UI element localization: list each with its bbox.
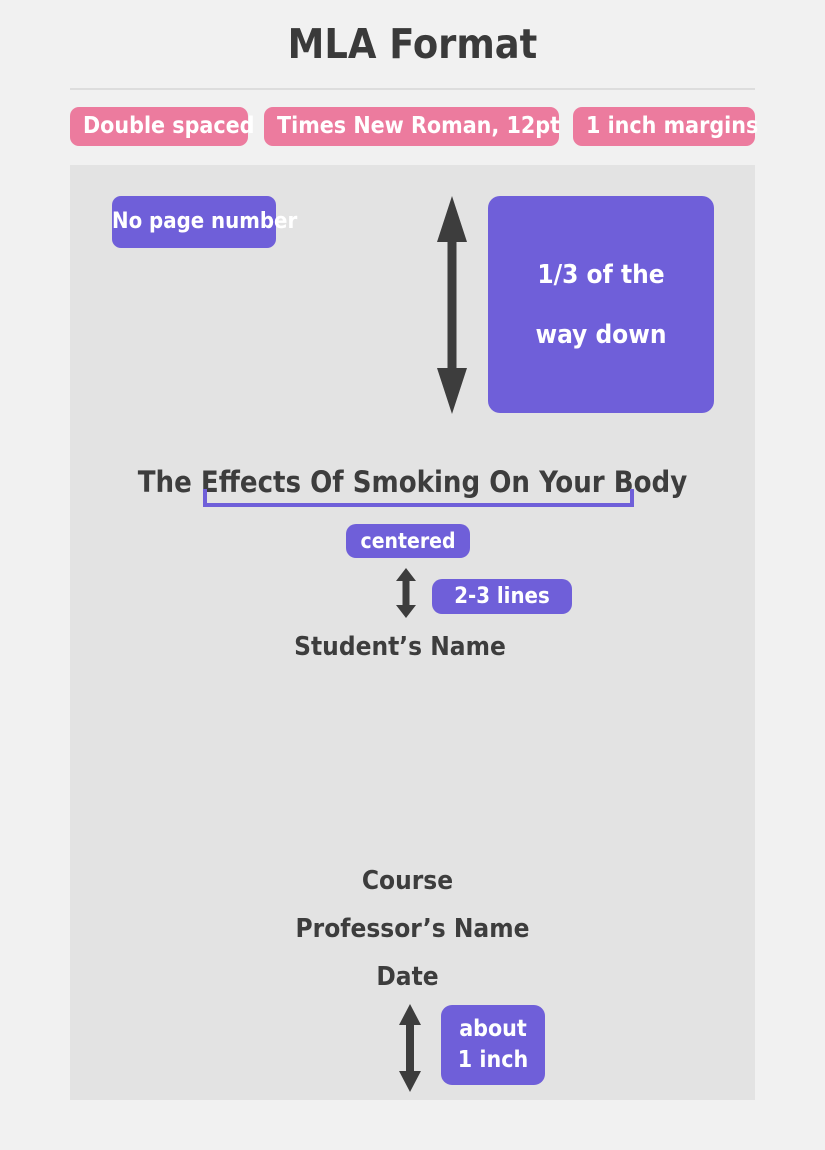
annotation-about-one-inch: about 1 inch: [441, 1005, 545, 1085]
requirement-badge-font: Times New Roman, 12pt: [264, 107, 560, 146]
annotation-lines-spacing: 2-3 lines: [432, 579, 572, 614]
document-student-name: Student’s Name: [294, 632, 506, 662]
document-date: Date: [376, 962, 439, 992]
vertical-double-arrow-icon-top: [435, 196, 469, 414]
about-inch-line-1: about: [459, 1016, 527, 1042]
document-course: Course: [361, 866, 454, 896]
requirement-badge-double-spaced: Double spaced: [70, 107, 254, 146]
vertical-double-arrow-icon-bottom: [397, 1004, 423, 1092]
vertical-double-arrow-icon-lines: [394, 568, 418, 618]
page-title: MLA Format: [287, 20, 538, 68]
document-professor-name: Professor’s Name: [295, 914, 530, 944]
one-third-line-2: way down: [535, 319, 667, 350]
annotation-centered: centered: [346, 524, 470, 558]
requirement-badge-margins: 1 inch margins: [573, 107, 758, 146]
annotation-no-page-number: No page number: [112, 196, 297, 248]
annotation-one-third-way-down: 1/3 of the way down: [488, 196, 714, 413]
about-inch-line-2: 1 inch: [457, 1047, 529, 1073]
one-third-line-1: 1/3 of the: [537, 259, 665, 290]
requirements-badge-row: Double spaced Times New Roman, 12pt 1 in…: [70, 107, 758, 147]
header-divider: [70, 88, 755, 90]
underline-bracket-icon: [203, 489, 634, 507]
infographic-canvas: MLA Format Double spaced Times New Roman…: [0, 0, 825, 1150]
